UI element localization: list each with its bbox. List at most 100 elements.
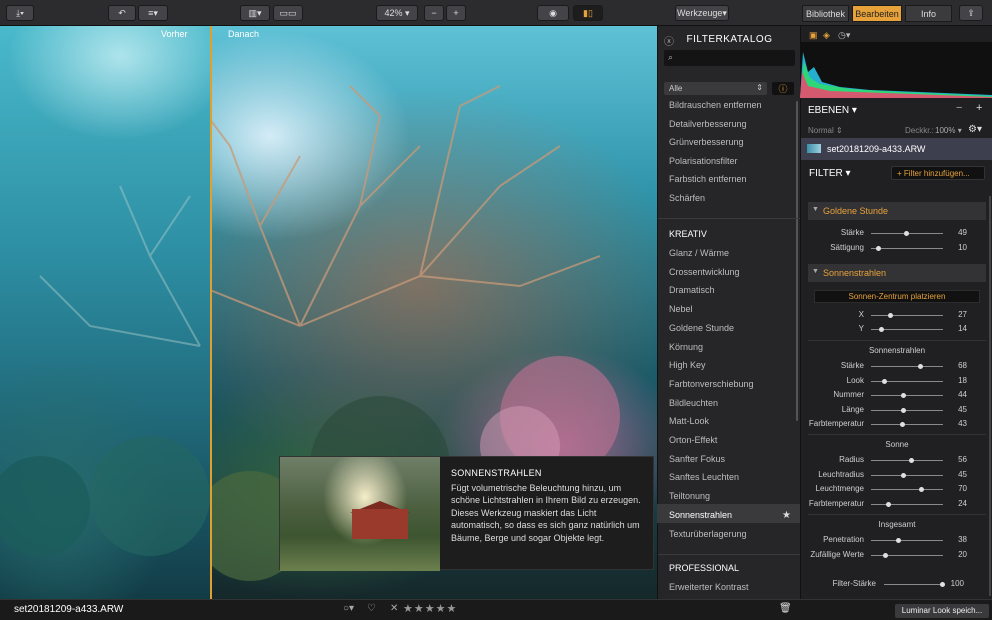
slider-thumb[interactable]: [900, 393, 906, 398]
slider-thumb[interactable]: [886, 501, 892, 507]
tab-edit[interactable]: Bearbeiten: [852, 5, 902, 22]
catalog-item[interactable]: Bildrauschen entfernen: [669, 100, 762, 110]
filter-sunrays-header[interactable]: ▼ Sonnenstrahlen: [808, 264, 986, 282]
slider-track[interactable]: [871, 366, 943, 367]
zoom-select[interactable]: 42% ▾: [376, 5, 418, 21]
clock-icon[interactable]: ◷▾: [838, 30, 850, 41]
catalog-item[interactable]: Polarisationsfilter: [669, 156, 738, 166]
slider-value[interactable]: 68: [947, 361, 967, 370]
filter-strength-value[interactable]: 100: [944, 579, 964, 588]
catalog-item[interactable]: Dramatisch: [669, 285, 715, 295]
catalog-item[interactable]: Crossentwicklung: [669, 267, 740, 277]
remove-layer-button[interactable]: −: [956, 102, 962, 114]
tab-info[interactable]: Info: [905, 5, 952, 22]
slider-value[interactable]: 24: [947, 499, 967, 508]
catalog-item[interactable]: Körnung: [669, 342, 703, 352]
catalog-category-select[interactable]: Alle ⇕: [664, 82, 767, 95]
import-button[interactable]: ⤓▾: [6, 5, 34, 21]
add-filter-button[interactable]: + Filter hinzufügen...: [891, 166, 985, 180]
catalog-item[interactable]: Sanfter Fokus: [669, 454, 725, 464]
undo-button[interactable]: ↶: [108, 5, 136, 21]
catalog-search-input[interactable]: ⌕: [664, 50, 795, 66]
slider-thumb[interactable]: [881, 378, 887, 384]
filters-scrollbar[interactable]: [989, 196, 991, 596]
catalog-item[interactable]: Texturüberlagerung: [669, 529, 747, 539]
zoom-in-button[interactable]: +: [446, 5, 466, 21]
opacity-value[interactable]: 100% ▾: [935, 126, 962, 135]
histogram-icon[interactable]: ▣: [809, 30, 818, 41]
compare-button[interactable]: ▮▯: [573, 5, 603, 21]
save-look-button[interactable]: Luminar Look speich...: [895, 604, 989, 618]
slider-track[interactable]: [871, 315, 943, 316]
heart-icon[interactable]: ♡: [367, 603, 376, 614]
catalog-item[interactable]: Bildleuchten: [669, 398, 718, 408]
slider-value[interactable]: 45: [947, 405, 967, 414]
slider-track[interactable]: [871, 474, 943, 476]
slider-value[interactable]: 56: [947, 455, 967, 464]
share-button[interactable]: ⇪: [959, 5, 983, 21]
layout-button[interactable]: ▥▾: [240, 5, 270, 21]
slider-value[interactable]: 44: [947, 390, 967, 399]
add-layer-button[interactable]: +: [976, 102, 982, 114]
slider-value[interactable]: 14: [947, 324, 967, 333]
slider-thumb[interactable]: [901, 407, 907, 413]
catalog-item[interactable]: Matt-Look: [669, 416, 709, 426]
place-sun-center-button[interactable]: Sonnen-Zentrum platzieren: [814, 290, 980, 303]
catalog-item[interactable]: Erweiterter Kontrast: [669, 582, 749, 592]
filter-golden-hour-header[interactable]: ▼ Goldene Stunde: [808, 202, 986, 220]
slider-track[interactable]: [871, 489, 943, 490]
slider-thumb[interactable]: [899, 422, 905, 427]
catalog-item[interactable]: Teiltonung: [669, 491, 710, 501]
slider-value[interactable]: 18: [947, 376, 967, 385]
star-rating[interactable]: ★★★★★: [403, 602, 457, 615]
catalog-item[interactable]: Goldene Stunde: [669, 323, 734, 333]
favorite-star-icon[interactable]: ★: [782, 510, 791, 521]
slider-value[interactable]: 49: [947, 228, 967, 237]
reject-icon[interactable]: ✕: [390, 603, 398, 614]
catalog-item[interactable]: Detailverbesserung: [669, 119, 747, 129]
flag-circle-icon[interactable]: ○▾: [343, 603, 354, 614]
slider-value[interactable]: 10: [947, 243, 967, 252]
catalog-item[interactable]: Farbstich entfernen: [669, 174, 747, 184]
info-button[interactable]: ⓘ: [772, 82, 794, 95]
gear-icon[interactable]: ⚙▾: [968, 124, 982, 135]
filter-strength-track[interactable]: [884, 584, 942, 585]
catalog-item[interactable]: Grünverbesserung: [669, 137, 744, 147]
filmstrip-button[interactable]: ▭▭: [273, 5, 303, 21]
history-button[interactable]: ≡▾: [138, 5, 168, 21]
catalog-item[interactable]: High Key: [669, 360, 706, 370]
catalog-item[interactable]: Glanz / Wärme: [669, 248, 729, 258]
catalog-scrollbar[interactable]: [796, 101, 798, 421]
layers-icon[interactable]: ◈: [823, 30, 830, 41]
layer-row[interactable]: set20181209-a433.ARW: [801, 138, 992, 160]
slider-value[interactable]: 38: [947, 535, 967, 544]
tab-library[interactable]: Bibliothek: [802, 5, 849, 22]
slider-track[interactable]: [871, 424, 943, 425]
catalog-item[interactable]: Farbtonverschiebung: [669, 379, 754, 389]
filter-title[interactable]: FILTER ▾: [809, 168, 851, 179]
zoom-out-button[interactable]: −: [424, 5, 444, 21]
catalog-item[interactable]: Schärfen: [669, 193, 705, 203]
compare-split-handle[interactable]: [210, 26, 212, 599]
preview-toggle-button[interactable]: ◉: [537, 5, 569, 21]
slider-track[interactable]: [871, 460, 943, 461]
slider-track[interactable]: [871, 395, 943, 396]
catalog-item[interactable]: Orton-Effekt: [669, 435, 717, 445]
slider-track[interactable]: [871, 554, 943, 556]
slider-track[interactable]: [871, 409, 943, 411]
slider-track[interactable]: [871, 540, 943, 541]
slider-value[interactable]: 70: [947, 484, 967, 493]
blend-mode-select[interactable]: Normal ⇕: [808, 126, 843, 135]
catalog-item[interactable]: Sonnenstrahlen: [669, 510, 732, 520]
catalog-item[interactable]: Sanftes Leuchten: [669, 472, 739, 482]
slider-value[interactable]: 20: [947, 550, 967, 559]
slider-thumb[interactable]: [883, 552, 889, 558]
tools-menu[interactable]: Werkzeuge ▾: [675, 5, 729, 21]
layers-title[interactable]: EBENEN ▾: [808, 105, 857, 116]
slider-value[interactable]: 43: [947, 419, 967, 428]
catalog-item[interactable]: Nebel: [669, 304, 693, 314]
slider-value[interactable]: 45: [947, 470, 967, 479]
slider-thumb[interactable]: [901, 472, 907, 478]
slider-track[interactable]: [871, 248, 943, 249]
slider-value[interactable]: 27: [947, 310, 967, 319]
